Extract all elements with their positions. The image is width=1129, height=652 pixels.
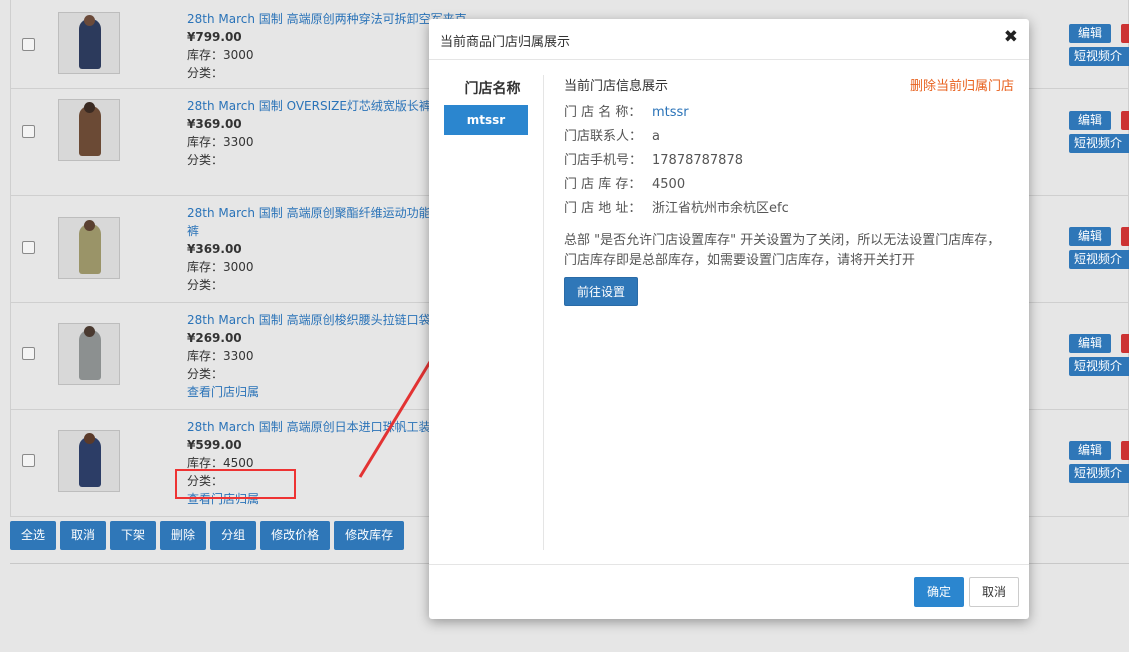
field-label: 门 店 库 存： — [564, 177, 642, 192]
select-all-button[interactable]: 全选 — [10, 521, 57, 550]
delete-button[interactable] — [1121, 227, 1129, 246]
field-label: 门 店 地 址： — [564, 201, 642, 216]
field-value: mtssr — [652, 105, 689, 120]
product-category: 分类： — [187, 367, 224, 381]
product-title[interactable]: 28th March 国制 高端原创聚酯纤维运动功能性 — [187, 204, 443, 222]
row-checkbox[interactable] — [22, 125, 35, 138]
stock-setting-notice: 总部 "是否允许门店设置库存" 开关设置为了关闭，所以无法设置门店库存，门店库存… — [564, 233, 1001, 268]
field-value: 17878787878 — [652, 153, 743, 168]
product-category: 分类： — [187, 153, 224, 167]
video-intro-button[interactable]: 短视频介 — [1069, 250, 1129, 269]
store-column-header: 门店名称 — [464, 81, 521, 97]
edit-stock-button[interactable]: 修改库存 — [334, 521, 405, 550]
edit-button[interactable]: 编辑 — [1069, 111, 1111, 130]
cancel-button[interactable]: 取消 — [969, 577, 1019, 607]
product-thumbnail[interactable] — [58, 12, 120, 74]
edit-button[interactable]: 编辑 — [1069, 441, 1111, 460]
field-label: 门 店 名 称： — [564, 105, 642, 120]
store-detail: 当前门店信息展示 删除当前归属门店 门 店 名 称： mtssr 门店联系人： a … — [564, 75, 1014, 306]
product-thumbnail[interactable] — [58, 323, 120, 385]
modal-body: 门店名称 mtssr 当前门店信息展示 删除当前归属门店 门 店 名 称： mts… — [429, 60, 1029, 564]
product-stock: 库存：3000 — [187, 48, 254, 62]
field-value: 4500 — [652, 177, 686, 192]
video-intro-button[interactable]: 短视频介 — [1069, 134, 1129, 153]
delete-store-link[interactable]: 删除当前归属门店 — [910, 75, 1014, 94]
video-intro-button[interactable]: 短视频介 — [1069, 47, 1129, 66]
product-category: 分类： — [187, 278, 224, 292]
store-item-mtssr[interactable]: mtssr — [444, 105, 528, 135]
stock-field: 门 店 库 存： 4500 — [564, 175, 1014, 195]
row-checkbox[interactable] — [22, 38, 35, 51]
modal-header: 当前商品门店归属展示 ✖ — [429, 19, 1029, 60]
cancel-selection-button[interactable]: 取消 — [60, 521, 107, 550]
product-thumbnail[interactable] — [58, 99, 120, 161]
product-price: ¥799.00 — [187, 30, 242, 44]
product-title[interactable]: 28th March 国制 高端原创两种穿法可拆卸空军夹克 — [187, 10, 467, 28]
unlist-button[interactable]: 下架 — [110, 521, 157, 550]
video-intro-button[interactable]: 短视频介 — [1069, 464, 1129, 483]
product-thumbnail[interactable] — [58, 430, 120, 492]
product-price: ¥369.00 — [187, 117, 242, 131]
product-stock: 库存：3300 — [187, 349, 254, 363]
video-intro-button[interactable]: 短视频介 — [1069, 357, 1129, 376]
delete-button[interactable] — [1121, 441, 1129, 460]
product-title-line2[interactable]: 裤 — [187, 222, 443, 240]
store-ownership-modal: 当前商品门店归属展示 ✖ 门店名称 mtssr 当前门店信息展示 删除当前归属门… — [429, 19, 1029, 619]
bulk-action-bar: 全选 取消 下架 删除 分组 修改价格 修改库存 — [10, 521, 405, 550]
field-value: a — [652, 129, 660, 144]
product-title[interactable]: 28th March 国制 高端原创梭织腰头拉链口袋运 — [187, 311, 443, 329]
address-field: 门 店 地 址： 浙江省杭州市余杭区efc — [564, 199, 1014, 219]
edit-button[interactable]: 编辑 — [1069, 334, 1111, 353]
annotation-highlight-box — [175, 469, 296, 499]
row-checkbox[interactable] — [22, 347, 35, 360]
edit-price-button[interactable]: 修改价格 — [260, 521, 331, 550]
product-stock: 库存：3300 — [187, 135, 254, 149]
confirm-button[interactable]: 确定 — [914, 577, 964, 607]
field-label: 门店手机号： — [564, 153, 643, 168]
product-price: ¥369.00 — [187, 242, 242, 256]
field-value: 浙江省杭州市余杭区efc — [652, 201, 789, 216]
goto-settings-button[interactable]: 前往设置 — [564, 277, 639, 306]
view-store-link[interactable]: 查看门店归属 — [187, 383, 443, 401]
product-stock: 库存：3000 — [187, 260, 254, 274]
delete-button[interactable] — [1121, 334, 1129, 353]
product-price: ¥599.00 — [187, 438, 242, 452]
store-list: 门店名称 mtssr — [429, 75, 544, 550]
delete-button[interactable] — [1121, 111, 1129, 130]
modal-footer: 确定 取消 — [429, 564, 1029, 619]
delete-button[interactable] — [1121, 24, 1129, 43]
product-price: ¥269.00 — [187, 331, 242, 345]
phone-field: 门店手机号： 17878787878 — [564, 151, 1014, 171]
modal-title: 当前商品门店归属展示 — [440, 35, 571, 50]
bulk-delete-button[interactable]: 删除 — [160, 521, 207, 550]
edit-button[interactable]: 编辑 — [1069, 24, 1111, 43]
product-category: 分类： — [187, 66, 224, 80]
product-thumbnail[interactable] — [58, 217, 120, 279]
store-name-field: 门 店 名 称： mtssr — [564, 103, 1014, 123]
edit-button[interactable]: 编辑 — [1069, 227, 1111, 246]
product-title[interactable]: 28th March 国制 OVERSIZE灯芯绒宽版长裤 — [187, 97, 431, 115]
row-checkbox[interactable] — [22, 241, 35, 254]
group-button[interactable]: 分组 — [210, 521, 257, 550]
detail-header: 当前门店信息展示 — [564, 79, 669, 94]
close-icon[interactable]: ✖ — [1004, 27, 1018, 47]
product-title[interactable]: 28th March 国制 高端原创日本进口珠帆工装夹 — [187, 418, 443, 436]
contact-field: 门店联系人： a — [564, 127, 1014, 147]
row-checkbox[interactable] — [22, 454, 35, 467]
field-label: 门店联系人： — [564, 129, 643, 144]
